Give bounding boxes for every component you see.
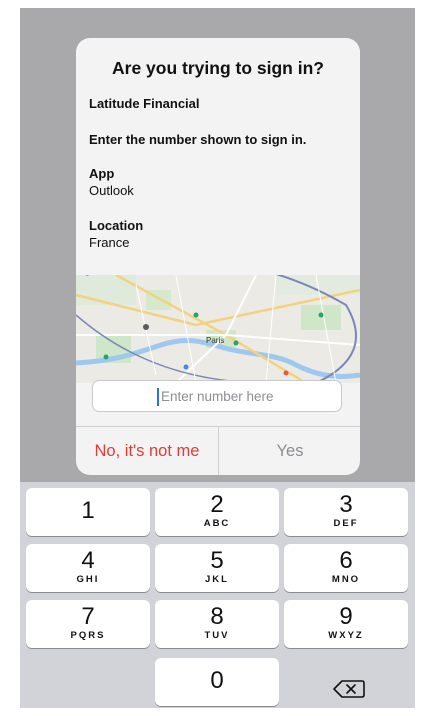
key-8[interactable]: 8 TUV bbox=[155, 600, 279, 648]
location-value: France bbox=[89, 235, 130, 250]
organization-name: Latitude Financial bbox=[89, 96, 200, 111]
key-6[interactable]: 6 MNO bbox=[284, 544, 408, 592]
key-digit: 2 bbox=[210, 491, 224, 518]
key-5[interactable]: 5 JKL bbox=[155, 544, 279, 592]
phone-screen: Are you trying to sign in? Latitude Fina… bbox=[20, 8, 415, 708]
dialog-title: Are you trying to sign in? bbox=[112, 58, 324, 78]
key-7[interactable]: 7 PQRS bbox=[26, 600, 150, 648]
instruction-text: Enter the number shown to sign in. bbox=[89, 132, 307, 147]
location-label: Location bbox=[89, 218, 144, 233]
numeric-keypad: 1 2 ABC 3 DEF 4 GHI 5 JKL 6 MNO 7 PQRS 8… bbox=[20, 482, 415, 708]
key-letters: GHI bbox=[76, 574, 100, 585]
backspace-icon bbox=[333, 680, 365, 698]
map-city-label: Paris bbox=[206, 336, 224, 345]
key-digit: 4 bbox=[81, 547, 95, 574]
app-value: Outlook bbox=[89, 183, 134, 198]
location-map: Paris bbox=[76, 275, 360, 383]
approve-button[interactable]: Yes bbox=[219, 427, 360, 475]
deny-button[interactable]: No, it's not me bbox=[76, 427, 218, 475]
key-letters: TUV bbox=[204, 630, 230, 641]
key-digit: 6 bbox=[339, 547, 353, 574]
key-letters: DEF bbox=[333, 518, 359, 529]
key-letters: MNO bbox=[331, 574, 361, 585]
delete-key[interactable] bbox=[320, 672, 380, 706]
key-digit: 7 bbox=[81, 603, 95, 630]
key-1[interactable]: 1 bbox=[26, 488, 150, 536]
key-9[interactable]: 9 WXYZ bbox=[284, 600, 408, 648]
number-input[interactable]: Enter number here bbox=[92, 380, 342, 412]
sign-in-dialog: Are you trying to sign in? Latitude Fina… bbox=[76, 38, 360, 475]
key-digit: 1 bbox=[81, 497, 95, 524]
app-label: App bbox=[89, 166, 115, 181]
key-digit: 5 bbox=[210, 547, 224, 574]
key-3[interactable]: 3 DEF bbox=[284, 488, 408, 536]
key-digit: 3 bbox=[339, 491, 353, 518]
text-caret bbox=[157, 388, 159, 406]
key-letters: WXYZ bbox=[328, 630, 364, 641]
key-digit: 8 bbox=[210, 603, 224, 630]
key-digit: 9 bbox=[339, 603, 353, 630]
key-0[interactable]: 0 bbox=[155, 658, 279, 706]
number-input-placeholder: Enter number here bbox=[161, 389, 274, 404]
key-letters: PQRS bbox=[70, 630, 106, 641]
key-4[interactable]: 4 GHI bbox=[26, 544, 150, 592]
key-letters: ABC bbox=[203, 518, 231, 529]
key-letters: JKL bbox=[205, 574, 229, 585]
key-digit: 0 bbox=[210, 667, 224, 694]
key-2[interactable]: 2 ABC bbox=[155, 488, 279, 536]
